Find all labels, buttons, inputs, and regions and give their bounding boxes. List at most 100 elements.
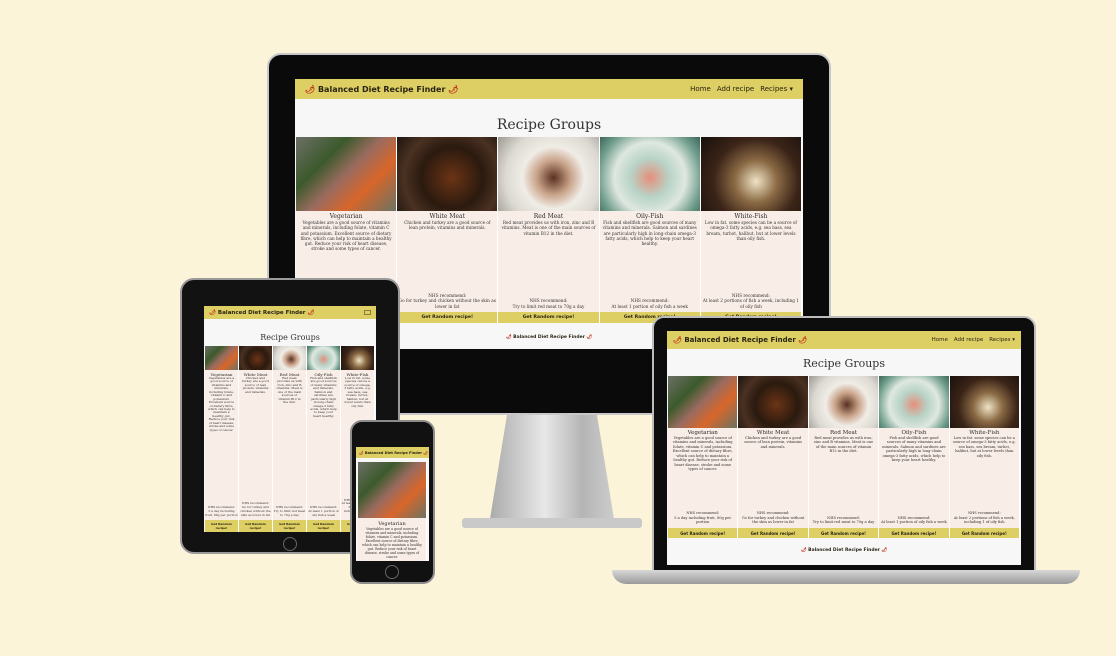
navbar: 🌶 Balanced Diet Recipe Finder 🌶 Home Add…: [295, 79, 803, 99]
nav-add-recipe-link[interactable]: Add recipe: [717, 85, 754, 93]
group-image: [700, 137, 802, 211]
chili-pepper-icon: 🌶: [305, 84, 316, 94]
footer-text: Balanced Diet Recipe Finder: [513, 335, 585, 340]
brand-logo[interactable]: 🌶 Balanced Diet Recipe Finder 🌶: [359, 451, 428, 455]
random-recipe-button[interactable]: Get Random recipe!: [879, 528, 949, 538]
navbar: 🌶 Balanced Diet Recipe Finder 🌶: [204, 306, 376, 319]
random-recipe-button[interactable]: Get Random recipe!: [239, 520, 272, 532]
nav-home-link[interactable]: Home: [690, 85, 711, 93]
nav-recipes-dropdown[interactable]: Recipes ▾: [760, 85, 793, 93]
nav-links: Home Add recipe Recipes ▾: [932, 337, 1015, 343]
group-description: Vegetables are a good source of vitamins…: [672, 436, 733, 472]
group-description: Red meat provides us with iron, zinc and…: [276, 376, 303, 405]
page-title: Recipe Groups: [803, 357, 885, 370]
brand-name: Balanced Diet Recipe Finder: [684, 336, 796, 344]
brand-name: Balanced Diet Recipe Finder: [317, 84, 446, 94]
phone-mockup: 🌶 Balanced Diet Recipe Finder 🌶 Vegetari…: [350, 420, 435, 584]
laptop-screen: 🌶 Balanced Diet Recipe Finder 🌶 Home Add…: [667, 331, 1021, 565]
random-recipe-button[interactable]: Get Random recipe!: [808, 528, 879, 538]
random-recipe-button[interactable]: Get Random recipe!: [397, 312, 498, 323]
group-description: Low in fat. some species can be a source…: [704, 220, 797, 241]
chili-pepper-icon: 🌶: [798, 336, 808, 344]
nav-links: Home Add recipe Recipes ▾: [690, 85, 793, 93]
page-title: Recipe Groups: [496, 117, 602, 133]
nhs-recommendation: Go for turkey and chicken without the sk…: [240, 505, 271, 518]
recipe-groups-grid: Vegetarian Vegetables are a good source …: [668, 376, 1021, 538]
nhs-recommendation: Try to limit red meat to 70g a day: [273, 509, 306, 518]
monitor-stand: [489, 415, 615, 525]
nhs-recommendation: 5 a day including fruit, 80g per portion: [674, 515, 732, 525]
nav-recipes-dropdown[interactable]: Recipes ▾: [989, 337, 1015, 343]
group-card-vegetarian: Vegetarian Vegetables are a good source …: [668, 376, 739, 538]
group-image: [498, 137, 599, 211]
nav-recipes-label: Recipes: [989, 337, 1011, 343]
nhs-recommendation: At least 2 portions of fish a week, incl…: [953, 515, 1015, 525]
nav-home-link[interactable]: Home: [932, 337, 948, 343]
chili-pepper-icon: 🌶: [881, 548, 888, 553]
group-description: Low in fat. some species can be a source…: [952, 436, 1016, 458]
nhs-recommendation: Try to limit red meat to 70g a day: [512, 303, 585, 309]
random-recipe-button[interactable]: Get Random recipe!: [307, 520, 340, 532]
navbar: 🌶 Balanced Diet Recipe Finder 🌶: [356, 447, 429, 458]
chili-pepper-icon: 🌶: [673, 336, 682, 344]
group-description: Fish and shellfish are good sources of m…: [310, 376, 337, 418]
group-image: [397, 137, 498, 211]
chili-pepper-icon: 🌶: [505, 335, 512, 340]
random-recipe-button[interactable]: Get Random recipe!: [273, 520, 306, 532]
group-image: [358, 462, 426, 518]
nhs-recommendation: At least 1 portion of oily fish a week: [308, 509, 339, 518]
random-recipe-button[interactable]: Get Random recipe!: [738, 528, 808, 538]
chili-pepper-icon: 🌶: [448, 84, 459, 94]
group-name: White-Fish: [734, 213, 768, 220]
nav-recipes-label: Recipes: [760, 85, 788, 93]
group-name: Oily-Fish: [636, 213, 664, 220]
brand-logo[interactable]: 🌶 Balanced Diet Recipe Finder 🌶: [673, 336, 807, 344]
group-card-red-meat: Red Meat Red meat provides us with iron,…: [808, 376, 880, 538]
nhs-recommendation: At least 2 portions of fish a week, incl…: [702, 298, 799, 309]
group-image: [307, 346, 340, 370]
group-image: [296, 137, 397, 211]
hamburger-menu-icon[interactable]: [364, 310, 371, 315]
group-card-oily-fish: Oily-Fish Fish and shellfish are good so…: [307, 346, 341, 532]
group-description: Low in fat. some species can be a source…: [344, 376, 371, 408]
random-recipe-button[interactable]: Get Random recipe!: [668, 528, 738, 538]
caret-down-icon: ▾: [789, 85, 793, 93]
group-image: [341, 346, 374, 370]
chili-pepper-icon: 🌶: [359, 450, 364, 455]
group-description: Chicken and turkey are a good source of …: [242, 376, 269, 394]
chili-pepper-icon: 🌶: [586, 335, 593, 340]
nav-add-recipe-link[interactable]: Add recipe: [954, 337, 983, 343]
group-description: Fish and shellfish are good sources of m…: [882, 436, 946, 463]
group-image: [668, 376, 738, 428]
random-recipe-button[interactable]: Get Random recipe!: [949, 528, 1020, 538]
group-description: Vegetables are a good source of vitamins…: [362, 527, 422, 559]
nhs-recommendation: Go for turkey and chicken without the sk…: [398, 298, 496, 309]
chili-pepper-icon: 🌶: [423, 450, 428, 455]
tablet-home-button: [283, 537, 297, 551]
group-card-vegetarian: Vegetarian Vegetables are a good source …: [205, 346, 239, 532]
nhs-recommendation: 5 a day including fruit, 80g per portion: [205, 509, 238, 518]
group-card-oily-fish: Oily-Fish Fish and shellfish are good so…: [599, 137, 701, 323]
brand-logo[interactable]: 🌶 Balanced Diet Recipe Finder 🌶: [209, 310, 314, 316]
group-image: [879, 376, 949, 428]
group-description: Red meat provides us with iron, zinc and…: [813, 436, 874, 454]
group-card-white-meat: White Meat Chicken and turkey are a good…: [738, 376, 809, 538]
group-image: [599, 137, 700, 211]
group-description: Fish and shellfish are good sources of m…: [602, 220, 697, 246]
phone-home-button: [385, 565, 399, 579]
group-description: Chicken and turkey are a good source of …: [404, 220, 491, 231]
chili-pepper-icon: 🌶: [209, 309, 216, 316]
brand-logo[interactable]: 🌶 Balanced Diet Recipe Finder 🌶: [305, 85, 458, 94]
page-title: Recipe Groups: [260, 333, 320, 342]
random-recipe-button[interactable]: Get Random recipe!: [498, 312, 599, 323]
chili-pepper-icon: 🌶: [800, 548, 807, 553]
group-description: Vegetables are a good source of vitamins…: [208, 376, 235, 432]
random-recipe-button[interactable]: Get Random recipe!: [205, 520, 238, 532]
nhs-recommendation: At least 1 portion of oily fish a week: [611, 303, 688, 309]
group-image: [239, 346, 272, 370]
group-image: [808, 376, 879, 428]
group-name: White Meat: [429, 213, 466, 220]
navbar: 🌶 Balanced Diet Recipe Finder 🌶 Home Add…: [667, 331, 1021, 349]
nhs-recommendation: At least 1 portion of oily fish a week: [881, 520, 947, 525]
group-card-red-meat: Red Meat Red meat provides us with iron,…: [498, 137, 600, 323]
